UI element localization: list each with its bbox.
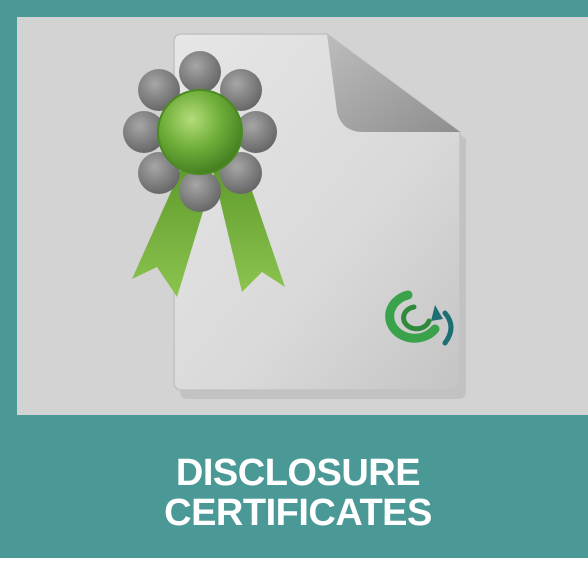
tile-title-line-2: CERTIFICATES: [164, 491, 432, 534]
disclosure-certificates-tile[interactable]: DISCLOSURE CERTIFICATES: [0, 0, 588, 558]
tile-image: [17, 17, 588, 415]
document-icon: [123, 33, 466, 399]
tile-label: DISCLOSURE CERTIFICATES: [4, 415, 588, 562]
tile-title-line-1: DISCLOSURE: [175, 451, 421, 494]
